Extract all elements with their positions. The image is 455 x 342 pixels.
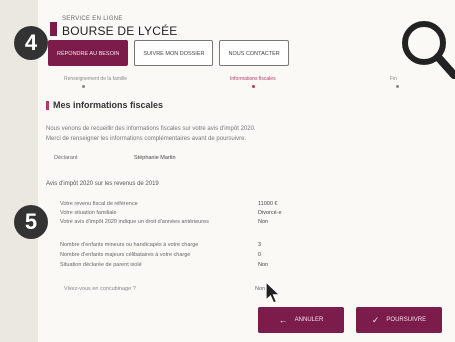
declarant-value: Stéphanie Martin bbox=[134, 155, 176, 161]
brand-logo-bar bbox=[50, 22, 57, 36]
fiscal-row-label: Votre situation familiale bbox=[60, 210, 117, 216]
intro-line-2: Merci de renseigner les informations com… bbox=[46, 136, 247, 142]
step-dot-current bbox=[252, 85, 255, 88]
check-icon: ✓ bbox=[371, 314, 380, 325]
cancel-button-label: ANNULER bbox=[294, 317, 324, 323]
step-4-badge: 4 bbox=[14, 26, 48, 60]
continue-button-label: POURSUIVRE bbox=[386, 317, 427, 323]
extra-row-value: 0 bbox=[258, 252, 262, 258]
fiscal-row-label: Votre avis d'impôt 2020 indique un droit… bbox=[60, 219, 209, 225]
step-informations-fiscales: Informations fiscales bbox=[230, 76, 276, 82]
concubinage-select[interactable]: Non bbox=[255, 286, 265, 292]
concubinage-label: Vivez-vous en concubinage ? bbox=[64, 286, 136, 292]
step-famille: Renseignement de la famille bbox=[64, 76, 128, 82]
tab-suivre-dossier[interactable]: SUIVRE MON DOSSIER bbox=[134, 40, 214, 66]
tab-nous-contacter[interactable]: NOUS CONTACTER bbox=[219, 40, 289, 66]
fiscal-row-label: Votre revenu fiscal de référence bbox=[60, 201, 138, 207]
extra-row-label: Nombre d'enfants majeurs célibataires à … bbox=[60, 252, 191, 258]
fiscal-row-value: 11000 € bbox=[258, 201, 278, 207]
continue-button[interactable]: ✓ POURSUIVRE bbox=[356, 307, 442, 333]
step-5-badge: 5 bbox=[14, 205, 48, 239]
declarant-label: Déclarant bbox=[54, 155, 78, 161]
fiscal-row-value: Non bbox=[258, 219, 269, 225]
extra-row-label: Situation déclarée de parent isolé bbox=[60, 262, 142, 268]
brand-subtitle: SERVICE EN LIGNE bbox=[62, 16, 123, 22]
magnifier-icon bbox=[402, 21, 455, 79]
cancel-button[interactable]: ← ANNULER bbox=[258, 307, 344, 333]
progress-steps: Renseignement de la famille Informations… bbox=[60, 76, 410, 88]
intro-line-1: Nous venons de recueillir des informatio… bbox=[46, 126, 256, 132]
arrow-left-icon: ← bbox=[278, 315, 288, 325]
section-marker bbox=[46, 101, 49, 110]
step-dot bbox=[82, 85, 85, 88]
section-intro: Nous venons de recueillir des informatio… bbox=[46, 124, 366, 144]
fiscal-row-value: Divorcé·e bbox=[258, 210, 282, 216]
extra-row-value: Non bbox=[258, 262, 269, 268]
mouse-pointer-icon bbox=[265, 281, 282, 304]
extra-row-value: 3 bbox=[258, 242, 262, 248]
extra-row-label: Nombre d'enfants mineurs ou handicapés à… bbox=[60, 242, 199, 248]
section-title: Mes informations fiscales bbox=[53, 100, 164, 110]
brand-title: BOURSE DE LYCÉE bbox=[62, 24, 178, 38]
main-tabs: RÉPONDRE AU BESOIN SUIVRE MON DOSSIER NO… bbox=[48, 40, 289, 66]
avis-heading: Avis d'impôt 2020 sur les revenus de 201… bbox=[46, 181, 159, 187]
tab-repondre-besoin[interactable]: RÉPONDRE AU BESOIN bbox=[48, 40, 129, 66]
